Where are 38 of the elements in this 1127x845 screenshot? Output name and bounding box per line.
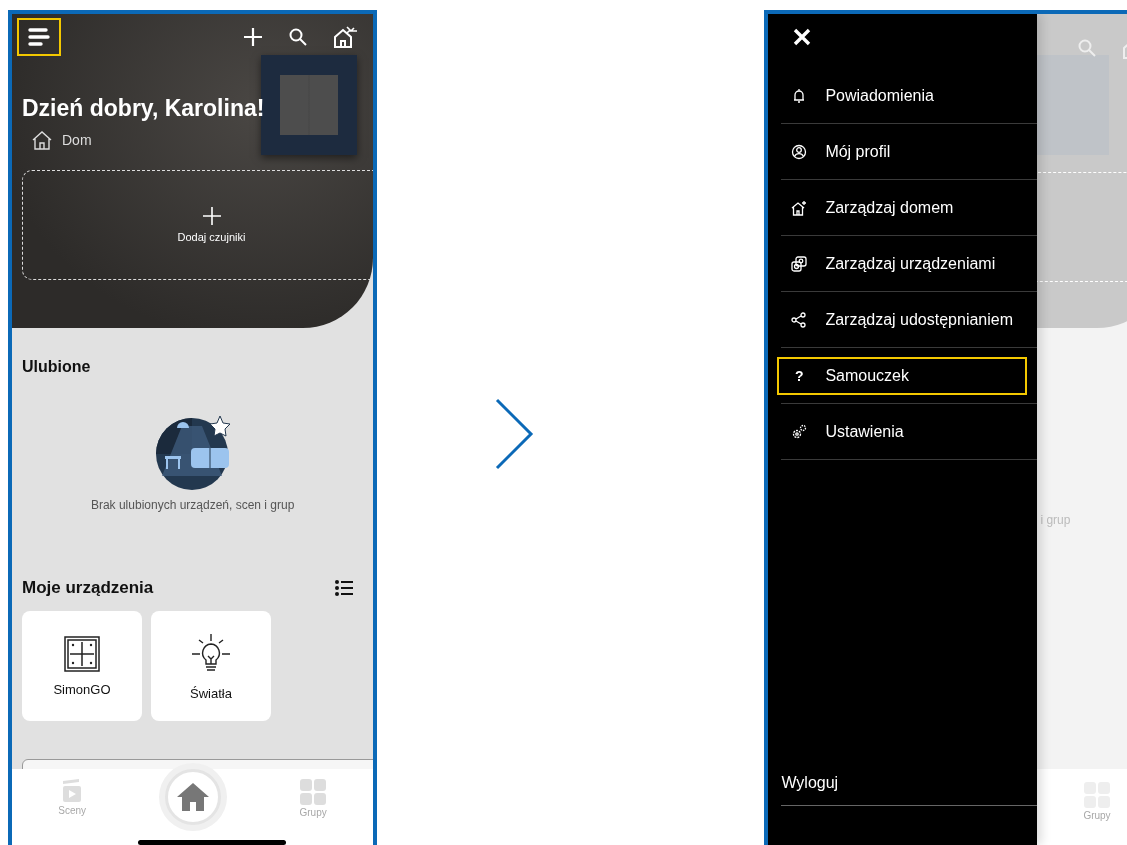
menu-icon xyxy=(28,28,50,46)
wall-switch-icon xyxy=(64,635,100,672)
profile-icon xyxy=(791,143,808,160)
nav-label: Grupy xyxy=(1083,810,1111,821)
share-icon xyxy=(791,311,808,328)
menu-item[interactable]: Mój profil xyxy=(777,132,1028,171)
chevron-right-icon xyxy=(494,398,535,470)
menu-item[interactable]: Zarządzaj udostępnianiem xyxy=(777,300,1028,339)
menu-item[interactable]: Powiadomienia xyxy=(777,76,1028,115)
home-icon xyxy=(175,782,210,812)
logout-link[interactable]: Wyloguj xyxy=(781,774,839,792)
home-gear-icon xyxy=(791,199,808,216)
devices-icon xyxy=(791,255,808,272)
empty-favorites-text: Brak ulubionych urządzeń, scen i grup xyxy=(89,498,296,512)
menu-item[interactable]: ? Samouczek xyxy=(777,356,1028,395)
add-sensors-button[interactable]: Dodaj czujniki xyxy=(22,170,374,280)
close-icon xyxy=(793,28,812,46)
greeting-title: Dzień dobry, Karolina! xyxy=(22,95,266,122)
menu-button[interactable] xyxy=(17,18,61,56)
close-button[interactable] xyxy=(793,28,812,46)
section-title: Moje urządzenia xyxy=(22,578,154,598)
menu-item[interactable]: Zarządzaj domem xyxy=(777,188,1028,227)
menu-item[interactable]: Ustawienia xyxy=(777,412,1028,451)
section-title: Ulubione xyxy=(22,358,92,376)
home-arrows-icon[interactable] xyxy=(333,25,360,49)
device-tile[interactable]: SimonGO xyxy=(22,611,142,721)
gears-icon xyxy=(791,423,808,440)
add-icon[interactable] xyxy=(243,27,264,47)
menu-item[interactable]: Zarządzaj urządzeniami xyxy=(777,244,1028,283)
list-view-icon[interactable] xyxy=(335,580,354,596)
device-tile[interactable]: Światła xyxy=(151,611,271,721)
play-clapper-icon xyxy=(61,779,84,803)
search-icon[interactable] xyxy=(289,28,308,46)
help-icon: ? xyxy=(791,367,808,384)
home-name[interactable]: Dom xyxy=(62,132,92,148)
house-icon xyxy=(32,130,52,150)
plus-icon xyxy=(202,207,221,225)
grid-icon xyxy=(300,779,327,805)
